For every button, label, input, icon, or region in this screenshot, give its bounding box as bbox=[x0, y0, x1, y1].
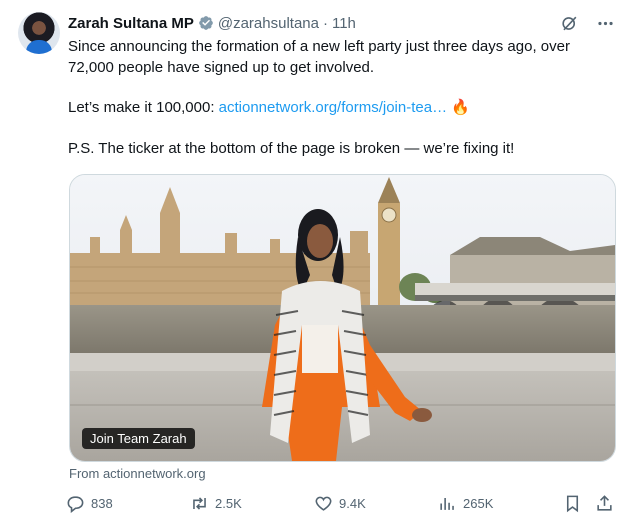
repost-icon bbox=[193, 497, 206, 510]
like-count: 9.4K bbox=[339, 496, 366, 511]
reply-icon bbox=[67, 496, 84, 513]
like-icon bbox=[315, 496, 332, 511]
link-card[interactable]: Join Team Zarah bbox=[69, 174, 616, 462]
bookmark-button[interactable] bbox=[563, 494, 582, 513]
avatar-shirt bbox=[26, 40, 52, 54]
more-icon[interactable] bbox=[594, 12, 616, 34]
action-bar: 838 2.5K 9.4K 265K bbox=[66, 494, 618, 518]
post-time[interactable]: 11h bbox=[332, 15, 356, 32]
post-header: Zarah Sultana MP @zarahsultana · 11h bbox=[68, 13, 356, 33]
card-title: Join Team Zarah bbox=[82, 428, 195, 449]
post-text-line2: Let’s make it 100,000: actionnetwork.org… bbox=[68, 98, 618, 119]
post-text: Since announcing the formation of a new … bbox=[68, 37, 618, 159]
top-actions bbox=[558, 12, 616, 34]
bookmark-icon bbox=[566, 495, 579, 513]
views-count: 265K bbox=[463, 496, 494, 511]
reply-count: 838 bbox=[91, 496, 113, 511]
views-button[interactable]: 265K bbox=[438, 494, 493, 513]
share-icon bbox=[597, 495, 612, 511]
card-photo bbox=[70, 175, 615, 461]
separator-dot: · bbox=[322, 14, 328, 32]
views-icon bbox=[440, 497, 454, 510]
fire-emoji: 🔥 bbox=[451, 99, 470, 116]
post-text-line2-prefix: Let’s make it 100,000: bbox=[68, 99, 219, 116]
like-button[interactable]: 9.4K bbox=[314, 494, 366, 513]
share-button[interactable] bbox=[595, 494, 614, 513]
grok-icon[interactable] bbox=[558, 12, 580, 34]
post-text-line3: P.S. The ticker at the bottom of the pag… bbox=[68, 139, 515, 157]
author-name[interactable]: Zarah Sultana MP bbox=[68, 15, 194, 32]
action-network-link[interactable]: actionnetwork.org/forms/join-tea… bbox=[219, 99, 447, 116]
repost-button[interactable]: 2.5K bbox=[190, 494, 242, 513]
author-handle[interactable]: @zarahsultana bbox=[218, 15, 319, 32]
verified-badge-icon bbox=[198, 15, 214, 31]
post-text-line1: Since announcing the formation of a new … bbox=[68, 38, 570, 76]
repost-count: 2.5K bbox=[215, 496, 242, 511]
avatar[interactable] bbox=[18, 12, 60, 54]
card-source[interactable]: From actionnetwork.org bbox=[69, 466, 206, 481]
post: Zarah Sultana MP @zarahsultana · 11h Sin… bbox=[0, 0, 634, 530]
reply-button[interactable]: 838 bbox=[66, 494, 113, 513]
